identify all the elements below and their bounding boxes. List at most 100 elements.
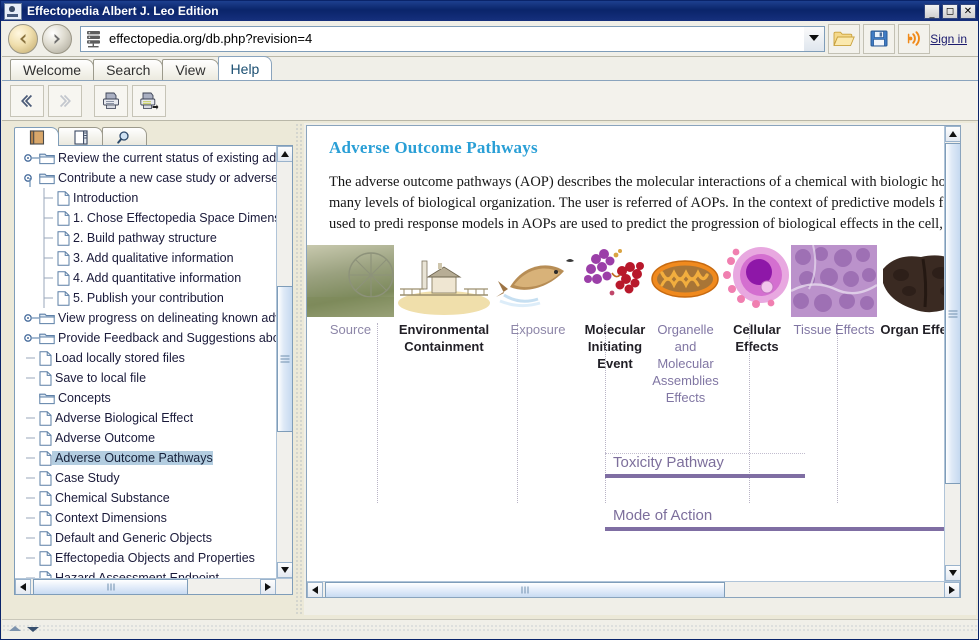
rss-broadcast-icon[interactable] — [898, 23, 931, 54]
tree-item-label: Effectopedia Objects and Properties — [55, 551, 255, 565]
page-icon — [39, 510, 52, 526]
sidebar-hscroll-thumb[interactable] — [33, 579, 188, 594]
maximize-button[interactable]: ◻ — [942, 3, 958, 19]
printer-icon[interactable] — [94, 84, 128, 117]
tree-item-label: 1. Chose Effectopedia Space Dimens — [73, 211, 277, 225]
split-divider[interactable] — [295, 123, 303, 615]
sidebar-vertical-scrollbar[interactable] — [276, 146, 292, 578]
tree-item-label: Adverse Biological Effect — [55, 411, 194, 425]
tree-item-label: Save to local file — [55, 371, 147, 385]
tab-search[interactable]: Search — [93, 59, 164, 80]
main-split-pane: Review the current status of existing ad… — [2, 121, 978, 619]
scroll-grip — [106, 583, 115, 591]
chevron-left-double-icon[interactable] — [10, 84, 44, 117]
sidebar-scroll-down-button[interactable] — [277, 562, 292, 578]
tree-item[interactable]: Introduction — [15, 188, 277, 208]
tree-item[interactable]: 1. Chose Effectopedia Space Dimens — [15, 208, 277, 228]
sign-in-link[interactable]: Sign in — [930, 32, 973, 46]
sidebar-scroll-right-button[interactable] — [260, 579, 276, 594]
intro-paragraph: The adverse outcome pathways (AOP) descr… — [329, 174, 960, 232]
tree-item[interactable]: Provide Feedback and Suggestions abou — [15, 328, 277, 348]
folder-icon — [39, 392, 55, 405]
page-icon — [39, 470, 52, 486]
content-scroll-thumb[interactable] — [945, 143, 960, 484]
index-tab[interactable] — [58, 127, 103, 146]
tab-welcome[interactable]: Welcome — [10, 59, 95, 80]
tree-item[interactable]: Adverse Outcome Pathways — [15, 448, 277, 468]
aop-stage-organelle-effects: Organelle and Molecular Assemblies Effec… — [648, 245, 723, 406]
tree-item[interactable]: 2. Build pathway structure — [15, 228, 277, 248]
window-title: Effectopedia Albert J. Leo Edition — [27, 4, 219, 18]
contents-tab[interactable] — [14, 127, 59, 146]
tab-help[interactable]: Help — [217, 56, 273, 80]
tree-expander-closed[interactable] — [21, 148, 39, 168]
tree-item[interactable]: Concepts — [15, 388, 277, 408]
tree-connector — [39, 208, 57, 228]
collapse-up-icon[interactable] — [8, 624, 22, 634]
aop-stage-exposure: Exposure — [494, 245, 582, 338]
sidebar-scroll-left-button[interactable] — [15, 579, 31, 594]
tree-item[interactable]: Effectopedia Objects and Properties — [15, 548, 277, 568]
tree-item[interactable]: Adverse Outcome — [15, 428, 277, 448]
sidebar-horizontal-scrollbar[interactable] — [15, 578, 292, 594]
page-icon — [39, 550, 52, 566]
page-icon — [39, 370, 52, 386]
collapse-down-icon[interactable] — [26, 624, 40, 634]
forward-arrow-icon[interactable] — [42, 23, 72, 54]
printer-setup-icon[interactable] — [132, 84, 166, 117]
contents-tree[interactable]: Review the current status of existing ad… — [15, 148, 277, 594]
help-document-viewport: Adverse Outcome Pathways The adverse out… — [306, 125, 961, 598]
chevron-down-icon[interactable] — [804, 25, 826, 52]
address-input[interactable]: effectopedia.org/db.php?revision=4 — [80, 25, 806, 52]
search-magnifier-icon[interactable] — [102, 127, 147, 146]
tree-expander-closed[interactable] — [21, 308, 39, 328]
content-horizontal-scrollbar[interactable] — [307, 581, 960, 597]
tree-item[interactable]: Chemical Substance — [15, 488, 277, 508]
status-bar — [2, 619, 978, 639]
back-arrow-icon[interactable] — [8, 23, 38, 54]
floppy-save-icon[interactable] — [863, 23, 896, 54]
content-vertical-scrollbar[interactable] — [944, 126, 960, 581]
sidebar-scroll-up-button[interactable] — [277, 146, 292, 162]
aop-stage-environmental-containment: Environmental Containment — [394, 245, 494, 355]
tree-item[interactable]: Load locally stored files — [15, 348, 277, 368]
tree-item[interactable]: 5. Publish your contribution — [15, 288, 277, 308]
navigator-tab-bar — [14, 126, 147, 146]
tab-view[interactable]: View — [162, 59, 219, 80]
aop-label-tissue-effects: Tissue Effects — [793, 322, 875, 337]
tree-item[interactable]: Save to local file — [15, 368, 277, 388]
tree-item[interactable]: 3. Add qualitative information — [15, 248, 277, 268]
tree-item[interactable]: Default and Generic Objects — [15, 528, 277, 548]
tree-connector — [21, 348, 39, 368]
content-scroll-up-button[interactable] — [945, 126, 960, 142]
tree-item-label: Concepts — [58, 391, 111, 405]
tree-item[interactable]: Context Dimensions — [15, 508, 277, 528]
tree-item[interactable]: View progress on delineating known adv — [15, 308, 277, 328]
status-texture — [2, 624, 978, 632]
column-separator — [377, 323, 378, 503]
tree-expander-closed[interactable] — [21, 328, 39, 348]
tree-item-label: Contribute a new case study or adverse o — [58, 171, 277, 185]
tree-item[interactable]: Contribute a new case study or adverse o — [15, 168, 277, 188]
mode-of-action-label: Mode of Action — [613, 507, 713, 524]
protein-molecule-illustration — [582, 245, 648, 317]
content-scroll-down-button[interactable] — [945, 565, 960, 581]
tree-connector — [21, 508, 39, 528]
tree-item[interactable]: 4. Add quantitative information — [15, 268, 277, 288]
tree-item-label: View progress on delineating known adv — [58, 311, 277, 325]
page-icon — [57, 230, 70, 246]
open-folder-icon[interactable] — [828, 23, 861, 54]
contents-tree-panel: Review the current status of existing ad… — [14, 145, 293, 595]
sidebar-scroll-thumb[interactable] — [277, 286, 292, 432]
tree-expander-open[interactable] — [21, 168, 39, 188]
tree-item[interactable]: Review the current status of existing ad… — [15, 148, 277, 168]
close-button[interactable]: ✕ — [960, 3, 976, 19]
tree-item-label: Context Dimensions — [55, 511, 167, 525]
tree-item[interactable]: Case Study — [15, 468, 277, 488]
content-hscroll-thumb[interactable] — [325, 582, 725, 597]
address-value: effectopedia.org/db.php?revision=4 — [109, 31, 313, 46]
tree-item[interactable]: Adverse Biological Effect — [15, 408, 277, 428]
content-scroll-left-button[interactable] — [307, 582, 323, 597]
content-scroll-right-button[interactable] — [944, 582, 960, 597]
minimize-button[interactable]: _ — [924, 3, 940, 19]
